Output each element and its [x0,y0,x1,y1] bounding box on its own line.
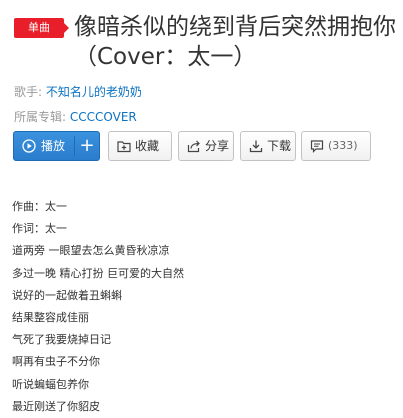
song-subtitle: （Cover：太一） [74,44,257,70]
album-line: 所属专辑: CCCCOVER [14,109,137,125]
artist-label: 歌手: [14,85,43,99]
collect-button[interactable]: 收藏 [108,131,172,161]
comment-count: (333) [328,139,358,152]
lyric-line: 啊再有虫子不分你 [12,355,100,369]
comment-button[interactable]: (333) [301,131,371,161]
collect-label: 收藏 [135,139,160,153]
album-label: 所属专辑: [14,110,67,124]
artist-link[interactable]: 不知名儿的老奶奶 [46,85,142,99]
download-button[interactable]: 下载 [240,131,296,161]
download-icon [249,140,263,153]
play-label: 播放 [41,139,66,153]
comment-bubble-icon [310,140,324,153]
song-title: 像暗杀似的绕到背后突然拥抱你 [74,14,396,40]
play-circle-icon [22,139,36,153]
share-label: 分享 [205,139,230,153]
lyric-line: 气死了我要烧掉日记 [12,333,111,347]
lyric-line: 最近刚送了你貂皮 [12,399,100,413]
lyric-line: 说好的一起做着丑蝌蝌 [12,288,122,302]
artist-line: 歌手: 不知名儿的老奶奶 [14,84,142,100]
lyric-line: 作曲：太一 [12,200,67,213]
lyrics-list: 作曲：太一 作词：太一 道两旁 一眼望去怎么黄昏秋凉凉 多过一晚 精心打扮 巨可… [12,196,392,418]
lyric-line: 听说蝙蝠包养你 [12,377,89,391]
share-button[interactable]: 分享 [178,131,234,161]
single-badge: 单曲 [14,18,69,38]
folder-plus-icon [117,141,131,153]
play-button[interactable]: 播放 [14,132,74,160]
album-link[interactable]: CCCCOVER [70,110,137,124]
lyric-line: 道两旁 一眼望去怎么黄昏秋凉凉 [12,244,170,258]
add-to-playlist-button[interactable]: + [75,132,99,160]
lyric-line: 结果整容成佳丽 [12,310,89,324]
download-label: 下载 [267,139,292,153]
lyric-line: 多过一晚 精心打扮 巨可爱的大自然 [12,266,184,280]
share-arrow-icon [187,140,200,153]
play-button-group: 播放 + [13,131,100,161]
lyric-line: 作词：太一 [12,222,67,236]
